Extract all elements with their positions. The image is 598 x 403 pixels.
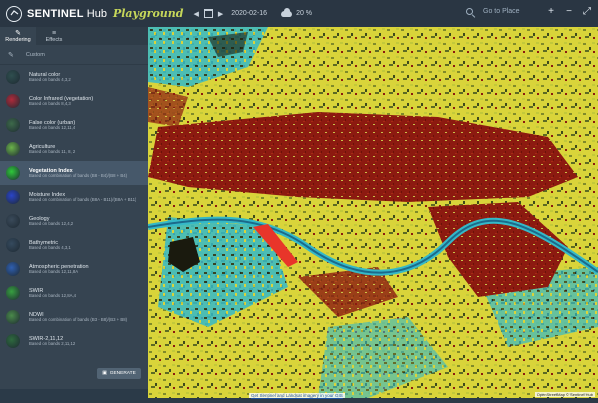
preset-text: Moisture Index Based on combination of ba… [29,192,136,203]
preset-desc: Based on bands 12,11,8A [29,268,79,274]
preset-desc: Based on combination of bands (B8 - B4)/… [29,172,128,178]
preset-item[interactable]: Vegetation Index Based on combination of … [0,161,148,185]
generate-button[interactable]: ▣ GENERATE [97,368,141,379]
preset-item[interactable]: Color Infrared (vegetation) Based on band… [0,89,148,113]
preset-desc: Based on combination of bands (B8A - B11… [29,196,137,202]
preset-thumbnail [6,94,20,108]
cloud-value: 20 % [296,10,313,17]
map-attribution[interactable]: OpenStreetMap © Sentinel Hub [534,392,595,397]
ndvi-imagery [148,27,598,398]
preset-text: Atmospheric penetration Based on bands 12… [29,264,89,275]
preset-desc: Based on bands 2,11,12 [29,340,76,346]
footer-link[interactable]: Get Sentinel and Landsat imagery in your… [249,393,345,398]
sliders-icon: ≡ [51,29,57,37]
zoom-in-button[interactable]: + [546,6,556,17]
preset-item[interactable]: NDWI Based on combination of bands (B3 - … [0,305,148,329]
fullscreen-button[interactable]: ⤢ [582,6,592,17]
preset-thumbnail [6,334,20,348]
preset-item[interactable]: Geology Based on bands 12,4,2 [0,209,148,233]
preset-item[interactable]: Bathymetric Based on bands 4,3,1 [0,233,148,257]
sidebar-bottom [0,389,148,403]
sidebar: ✎ Rendering ≡ Effects ✎ Custom Natural c… [0,27,148,389]
preset-thumbnail [6,310,20,324]
preset-text: SWIR-2,11,12 Based on bands 2,11,12 [29,336,75,347]
brand[interactable]: SENTINEL Hub Playground [0,0,183,27]
next-date-icon[interactable]: ▶ [216,10,225,18]
custom-label: Custom [25,51,45,58]
preset-thumbnail [6,214,20,228]
cloud-coverage[interactable]: 20 % [281,7,313,17]
preset-text: Vegetation Index Based on combination of … [29,168,127,179]
zoom-out-button[interactable]: − [564,6,574,17]
preset-thumbnail [6,286,20,300]
preset-text: SWIR Based on bands 12,8A,4 [29,288,76,299]
preset-desc: Based on bands 8,4,3 [29,100,71,106]
preset-list: Natural color Based on bands 4,3,2 Color I… [0,65,148,353]
preset-item[interactable]: SWIR-2,11,12 Based on bands 2,11,12 [0,329,148,353]
brand-tag: Playground [112,7,184,20]
top-bar: SENTINEL Hub Playground ◀ ▶ 2020-02-16 2… [0,0,598,27]
preset-item[interactable]: Atmospheric penetration Based on bands 12… [0,257,148,281]
date-value[interactable]: 2020-02-16 [231,10,267,17]
preset-text: NDWI Based on combination of bands (B3 - … [29,312,127,323]
prev-date-icon[interactable]: ◀ [191,10,200,18]
print-icon: ▣ [102,371,107,376]
preset-thumbnail [6,238,20,252]
preset-text: Natural color Based on bands 4,3,2 [29,72,71,83]
preset-item[interactable]: Natural color Based on bands 4,3,2 [0,65,148,89]
tab-effects-label: Effects [45,36,63,43]
preset-desc: Based on bands 12,11,4 [29,124,76,130]
sidebar-tabs: ✎ Rendering ≡ Effects [0,27,148,45]
preset-desc: Based on bands 11, 8, 2 [29,148,76,154]
preset-item[interactable]: Agriculture Based on bands 11, 8, 2 [0,137,148,161]
calendar-icon[interactable] [203,9,213,18]
preset-desc: Based on bands 4,3,2 [29,76,71,82]
preset-thumbnail [6,166,20,180]
preset-item[interactable]: SWIR Based on bands 12,8A,4 [0,281,148,305]
preset-desc: Based on bands 4,3,1 [29,244,71,250]
preset-desc: Based on bands 12,4,2 [29,220,74,226]
brush-icon: ✎ [15,29,21,37]
preset-item[interactable]: Moisture Index Based on combination of ba… [0,185,148,209]
preset-thumbnail [6,190,20,204]
preset-thumbnail [6,262,20,276]
custom-preset[interactable]: ✎ Custom [0,45,148,65]
search-icon [466,8,473,15]
generate-label: GENERATE [109,371,136,376]
preset-text: Agriculture Based on bands 11, 8, 2 [29,144,75,155]
map-controls: + − ⤢ [546,6,592,17]
date-control: ◀ ▶ 2020-02-16 [191,9,267,18]
sentinel-logo-icon [6,5,22,22]
preset-thumbnail [6,142,20,156]
preset-text: Bathymetric Based on bands 4,3,1 [29,240,71,251]
preset-thumbnail [6,70,20,84]
preset-thumbnail [6,118,20,132]
preset-desc: Based on combination of bands (B3 - B8)/… [29,316,128,322]
brand-name: SENTINEL [27,7,84,20]
brand-sub: Hub [86,7,107,20]
pencil-icon: ✎ [8,51,14,59]
search-input[interactable]: Go to Place [483,8,520,15]
preset-text: False color (urban) Based on bands 12,11,… [29,120,75,131]
cloud-icon [281,7,293,17]
tab-rendering-label: Rendering [5,36,31,43]
preset-text: Color Infrared (vegetation) Based on band… [29,96,93,107]
preset-text: Geology Based on bands 12,4,2 [29,216,73,227]
tab-effects[interactable]: ≡ Effects [36,27,72,45]
satellite-map[interactable]: OpenStreetMap © Sentinel Hub [148,27,598,398]
search-box[interactable]: Go to Place [466,8,520,15]
tab-rendering[interactable]: ✎ Rendering [0,27,36,45]
preset-item[interactable]: False color (urban) Based on bands 12,11,… [0,113,148,137]
preset-desc: Based on bands 12,8A,4 [29,292,77,298]
